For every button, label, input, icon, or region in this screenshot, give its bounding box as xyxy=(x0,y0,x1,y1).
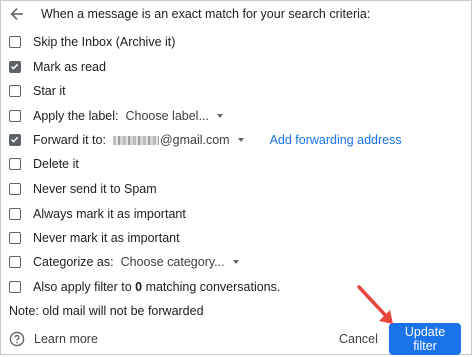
label-dropdown-value: Choose label... xyxy=(125,109,209,123)
option-star[interactable]: Star it xyxy=(9,81,66,101)
apply-label-checkbox[interactable] xyxy=(9,110,21,122)
never-important-label: Never mark it as important xyxy=(33,231,180,245)
option-categorize[interactable]: Categorize as: Choose category... xyxy=(9,252,239,272)
forward-label: Forward it to: xyxy=(33,133,106,147)
learn-more-link[interactable]: Learn more xyxy=(34,332,98,346)
option-apply-label[interactable]: Apply the label: Choose label... xyxy=(9,106,223,126)
option-skip-inbox[interactable]: Skip the Inbox (Archive it) xyxy=(9,32,175,52)
never-important-checkbox[interactable] xyxy=(9,232,21,244)
option-also-apply[interactable]: Also apply filter to 0 matching conversa… xyxy=(9,277,280,297)
forward-checkbox[interactable] xyxy=(9,134,21,146)
skip-inbox-label: Skip the Inbox (Archive it) xyxy=(33,35,176,49)
star-checkbox[interactable] xyxy=(9,85,21,97)
red-arrow-annotation-icon xyxy=(357,285,393,324)
option-never-spam[interactable]: Never send it to Spam xyxy=(9,179,157,199)
never-spam-label: Never send it to Spam xyxy=(33,182,157,196)
help-circle-icon xyxy=(9,331,25,347)
mark-read-label: Mark as read xyxy=(33,60,106,74)
option-never-important[interactable]: Never mark it as important xyxy=(9,228,180,248)
option-always-important[interactable]: Always mark it as important xyxy=(9,204,186,224)
redacted-email-image xyxy=(112,135,159,145)
apply-label-label: Apply the label: xyxy=(33,109,119,123)
dialog-header: When a message is an exact match for you… xyxy=(9,5,370,23)
header-text: When a message is an exact match for you… xyxy=(41,7,371,21)
skip-inbox-checkbox[interactable] xyxy=(9,36,21,48)
category-dropdown-value: Choose category... xyxy=(120,255,225,269)
categorize-checkbox[interactable] xyxy=(9,256,21,268)
dropdown-caret-icon xyxy=(237,138,244,142)
option-mark-read[interactable]: Mark as read xyxy=(9,57,106,77)
mark-read-checkbox[interactable] xyxy=(9,61,21,73)
update-filter-button[interactable]: Update filter xyxy=(389,323,461,355)
filter-dialog: When a message is an exact match for you… xyxy=(0,0,472,355)
label-dropdown[interactable]: Choose label... xyxy=(125,109,223,123)
option-delete[interactable]: Delete it xyxy=(9,154,79,174)
also-apply-label: Also apply filter to 0 matching conversa… xyxy=(33,280,281,294)
forward-address-dropdown[interactable]: @gmail.com xyxy=(112,133,244,147)
category-dropdown[interactable]: Choose category... xyxy=(121,255,239,269)
delete-checkbox[interactable] xyxy=(9,158,21,170)
delete-label: Delete it xyxy=(33,157,79,171)
cancel-button[interactable]: Cancel xyxy=(331,328,386,350)
add-forwarding-address-link[interactable]: Add forwarding address xyxy=(270,133,402,147)
learn-more-area[interactable]: Learn more xyxy=(9,331,98,347)
never-spam-checkbox[interactable] xyxy=(9,183,21,195)
always-important-checkbox[interactable] xyxy=(9,208,21,220)
forward-email-suffix: @gmail.com xyxy=(159,133,230,147)
categorize-label: Categorize as: xyxy=(33,255,114,269)
always-important-label: Always mark it as important xyxy=(33,207,186,221)
dropdown-caret-icon xyxy=(216,114,223,118)
also-apply-checkbox[interactable] xyxy=(9,281,21,293)
option-forward[interactable]: Forward it to: @gmail.com Add forwarding… xyxy=(9,130,402,150)
dropdown-caret-icon xyxy=(232,260,239,264)
forward-note: Note: old mail will not be forwarded xyxy=(9,304,204,318)
back-arrow-icon[interactable] xyxy=(9,6,25,22)
star-label: Star it xyxy=(33,84,66,98)
